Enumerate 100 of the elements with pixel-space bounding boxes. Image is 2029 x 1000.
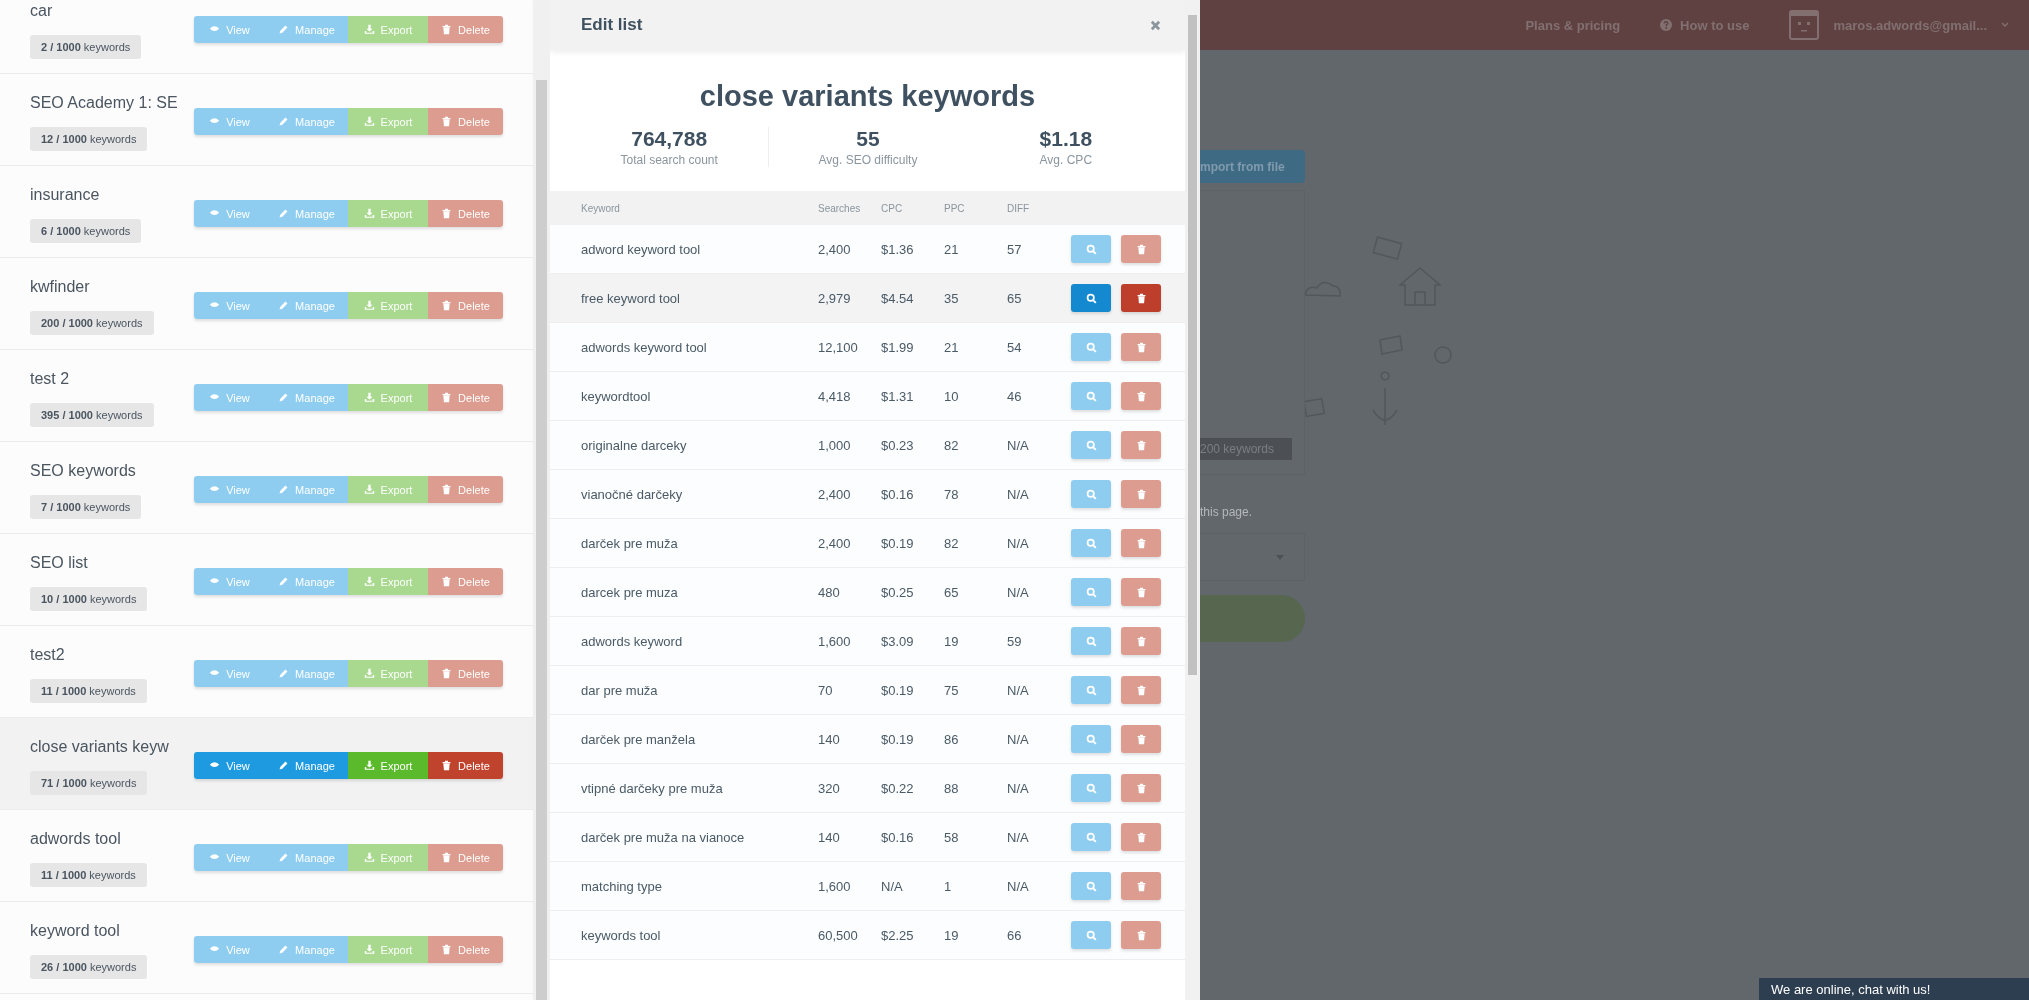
delete-button[interactable] [1121,921,1161,949]
keyword-list-item[interactable]: car 2 / 1000 keywords View Manage Export Delete [0,0,533,74]
keyword-row[interactable]: matching type 1,600 N/A 1 N/A [550,862,1185,911]
manage-button[interactable]: Manage [265,568,348,595]
scrollbar-thumb[interactable] [536,80,547,1000]
keyword-row[interactable]: adwords keyword 1,600 $3.09 19 59 [550,617,1185,666]
delete-button[interactable] [1121,725,1161,753]
view-button[interactable]: View [194,200,265,227]
export-button[interactable]: Export [348,568,428,595]
keyword-list-item[interactable]: test2 11 / 1000 keywords View Manage Export Delete [0,626,533,718]
export-button[interactable]: Export [348,16,428,43]
delete-button[interactable] [1121,578,1161,606]
search-button[interactable] [1071,431,1111,459]
export-button[interactable]: Export [348,660,428,687]
export-button[interactable]: Export [348,844,428,871]
delete-button[interactable]: Delete [428,16,503,43]
caret-icon[interactable] [2001,22,2009,28]
keyword-list-item[interactable]: SEO Academy 1: SE 12 / 1000 keywords View Manage Export Delete [0,74,533,166]
avatar-icon[interactable] [1789,10,1820,40]
delete-button[interactable] [1121,627,1161,655]
search-button[interactable] [1071,333,1111,361]
delete-button[interactable]: Delete [428,844,503,871]
keyword-row[interactable]: darcek pre muza 480 $0.25 65 N/A [550,568,1185,617]
view-button[interactable]: View [194,752,265,779]
search-button[interactable] [1071,725,1111,753]
manage-button[interactable]: Manage [265,936,348,963]
export-button[interactable]: Export [348,200,428,227]
manage-button[interactable]: Manage [265,476,348,503]
view-button[interactable]: View [194,568,265,595]
search-button[interactable] [1071,284,1111,312]
delete-button[interactable] [1121,333,1161,361]
view-button[interactable]: View [194,108,265,135]
keyword-row[interactable]: adwords keyword tool 12,100 $1.99 21 54 [550,323,1185,372]
keyword-row[interactable]: darček pre manžela 140 $0.19 86 N/A [550,715,1185,764]
search-button[interactable] [1071,382,1111,410]
delete-button[interactable] [1121,529,1161,557]
search-button[interactable] [1071,774,1111,802]
keyword-row[interactable]: keywords tool 60,500 $2.25 19 66 [550,911,1185,960]
delete-button[interactable]: Delete [428,200,503,227]
manage-button[interactable]: Manage [265,844,348,871]
column-header[interactable]: Keyword [581,202,818,214]
search-button[interactable] [1071,578,1111,606]
column-header[interactable]: CPC [881,202,944,214]
delete-button[interactable] [1121,676,1161,704]
column-header[interactable]: Searches [818,202,881,214]
keyword-row[interactable]: keywordtool 4,418 $1.31 10 46 [550,372,1185,421]
delete-button[interactable] [1121,774,1161,802]
keyword-row[interactable]: vtipné darčeky pre muža 320 $0.22 88 N/A [550,764,1185,813]
export-button[interactable]: Export [348,476,428,503]
keyword-row[interactable]: dar pre muža 70 $0.19 75 N/A [550,666,1185,715]
keyword-row[interactable]: originalne darceky 1,000 $0.23 82 N/A [550,421,1185,470]
delete-button[interactable] [1121,235,1161,263]
keyword-list-item[interactable]: SEO list 10 / 1000 keywords View Manage Export Delete [0,534,533,626]
delete-button[interactable]: Delete [428,476,503,503]
keyword-list-item[interactable]: close variants keyw 71 / 1000 keywords View Manage Export Delete [0,718,533,810]
manage-button[interactable]: Manage [265,292,348,319]
view-button[interactable]: View [194,292,265,319]
delete-button[interactable] [1121,284,1161,312]
delete-button[interactable]: Delete [428,384,503,411]
view-button[interactable]: View [194,660,265,687]
delete-button[interactable] [1121,480,1161,508]
manage-button[interactable]: Manage [265,660,348,687]
manage-button[interactable]: Manage [265,752,348,779]
keyword-row[interactable]: darček pre muža 2,400 $0.19 82 N/A [550,519,1185,568]
search-button[interactable] [1071,676,1111,704]
close-icon[interactable] [1150,19,1161,31]
delete-button[interactable]: Delete [428,752,503,779]
keyword-row[interactable]: adword keyword tool 2,400 $1.36 21 57 [550,225,1185,274]
delete-button[interactable] [1121,431,1161,459]
keyword-list-item[interactable]: SEO keywords 7 / 1000 keywords View Manage Export Delete [0,442,533,534]
export-button[interactable]: Export [348,752,428,779]
export-button[interactable]: Export [348,936,428,963]
delete-button[interactable]: Delete [428,292,503,319]
search-button[interactable] [1071,529,1111,557]
view-button[interactable]: View [194,384,265,411]
view-button[interactable]: View [194,476,265,503]
column-header[interactable]: DIFF [1007,202,1071,214]
keyword-list-item[interactable]: insurance 6 / 1000 keywords View Manage Export Delete [0,166,533,258]
manage-button[interactable]: Manage [265,108,348,135]
search-button[interactable] [1071,235,1111,263]
search-button[interactable] [1071,627,1111,655]
delete-button[interactable] [1121,872,1161,900]
action-button[interactable] [1200,595,1305,642]
keyword-list-item[interactable]: kwfinder 200 / 1000 keywords View Manage Export Delete [0,258,533,350]
keyword-list-item[interactable]: keyword tool 26 / 1000 keywords View Manage Export Delete [0,902,533,994]
export-button[interactable]: Export [348,108,428,135]
select-field[interactable] [1200,533,1305,581]
search-button[interactable] [1071,823,1111,851]
manage-button[interactable]: Manage [265,200,348,227]
keyword-row[interactable]: vianočné darčeky 2,400 $0.16 78 N/A [550,470,1185,519]
search-button[interactable] [1071,872,1111,900]
view-button[interactable]: View [194,16,265,43]
chat-bar[interactable]: We are online, chat with us! [1759,978,2029,1000]
delete-button[interactable] [1121,382,1161,410]
view-button[interactable]: View [194,936,265,963]
keyword-list-item[interactable]: adwords tool 11 / 1000 keywords View Manage Export Delete [0,810,533,902]
manage-button[interactable]: Manage [265,384,348,411]
keyword-row[interactable]: darček pre muža na vianoce 140 $0.16 58 N/A [550,813,1185,862]
export-button[interactable]: Export [348,292,428,319]
delete-button[interactable]: Delete [428,108,503,135]
